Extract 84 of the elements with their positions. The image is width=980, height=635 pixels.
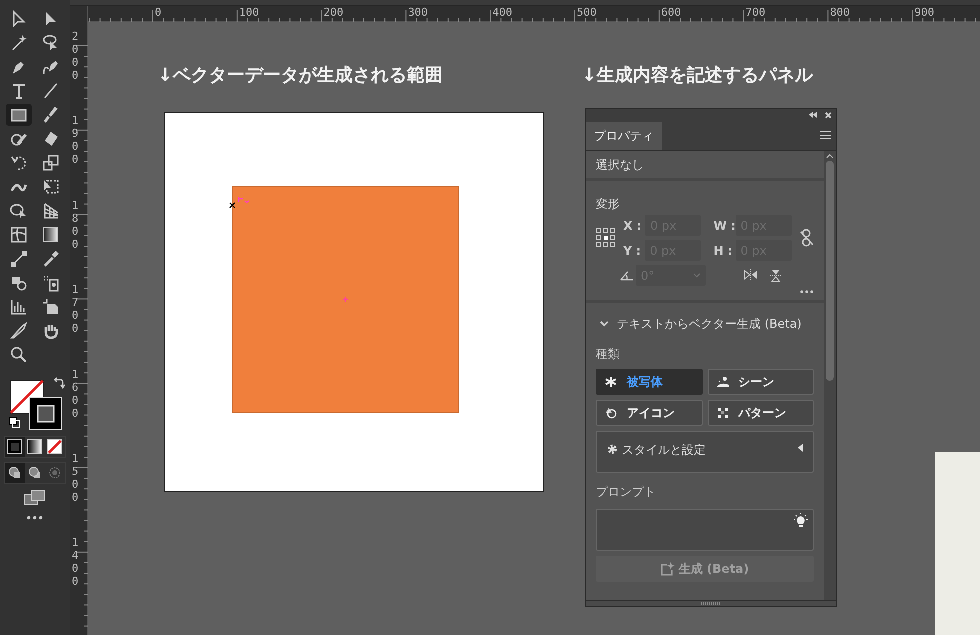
ruler-label: 1700 — [72, 283, 80, 336]
ruler-label: 400 — [492, 6, 512, 20]
shapes-outline-icon — [605, 407, 617, 419]
asterisk-icon — [605, 376, 617, 388]
draw-normal-icon — [7, 465, 23, 481]
figure-hill-icon — [716, 376, 728, 388]
style-settings-button[interactable]: スタイルと設定 — [596, 431, 814, 473]
cross-marker-icon — [229, 202, 236, 209]
chevron-down-icon — [693, 273, 701, 278]
section-title: テキストからベクター生成 (Beta) — [617, 316, 802, 333]
swap-icon[interactable] — [53, 377, 65, 389]
type-option[interactable]: シーン — [708, 369, 814, 395]
panel-tab[interactable]: プロパティ — [586, 122, 662, 150]
draw-normal-button[interactable] — [5, 463, 25, 483]
scale-icon — [41, 153, 61, 173]
tool-button[interactable] — [6, 104, 32, 126]
field-label: X : — [623, 218, 642, 234]
ruler-label: 1600 — [72, 368, 80, 420]
brush-icon — [41, 105, 61, 125]
ruler-label: 500 — [577, 6, 597, 20]
collapse-arrow-icon — [798, 444, 803, 452]
annotation-heading: ↓生成内容を記述するパネル — [582, 64, 814, 88]
ruler-label: 0 — [155, 6, 162, 20]
mesh-icon — [9, 225, 29, 245]
ruler-label: 800 — [830, 6, 850, 20]
screen-mode-icon[interactable] — [24, 490, 46, 506]
ruler-label: 1500 — [72, 452, 80, 504]
menu-icon[interactable] — [820, 131, 831, 140]
gradient-icon — [41, 225, 61, 245]
field-label: プロンプト — [596, 484, 657, 501]
ruler-label: 2000 — [72, 30, 80, 82]
scrollbar[interactable] — [824, 151, 836, 600]
field-label: H : — [714, 242, 732, 260]
type-option[interactable]: アイコン — [596, 400, 702, 426]
collapse-icon[interactable] — [809, 112, 817, 118]
ruler-label: 200 — [324, 6, 344, 20]
more-options-icon[interactable] — [800, 290, 814, 294]
flip-horizontal-icon[interactable] — [744, 268, 758, 280]
color-mode-button[interactable] — [5, 437, 25, 457]
prompt-field[interactable] — [596, 509, 814, 551]
ruler-label: 1900 — [72, 114, 80, 166]
type-option[interactable]: 被写体 — [596, 369, 702, 395]
chevron-down-icon[interactable] — [600, 321, 609, 327]
ruler-label: 100 — [239, 6, 260, 20]
ruler-label: 300 — [408, 6, 428, 20]
reference-point-icon[interactable] — [596, 228, 616, 248]
more-icon[interactable] — [27, 516, 43, 520]
ruler-label: 1800 — [72, 198, 80, 251]
field-label: 種類 — [596, 346, 621, 363]
ruler-label: 700 — [746, 6, 766, 20]
resize-grip-icon[interactable] — [701, 602, 721, 605]
angle-icon — [620, 270, 634, 280]
gradient-mode-icon — [27, 439, 43, 455]
selection-status: 選択なし — [596, 156, 644, 174]
ruler-label: 900 — [914, 6, 934, 20]
draw-behind-icon — [27, 465, 43, 481]
gradient-mode-button[interactable] — [25, 437, 45, 457]
search-icon — [9, 345, 29, 365]
dots-pattern-icon — [716, 407, 728, 419]
ruler-label: 1400 — [72, 536, 80, 588]
default-colors-icon[interactable] — [9, 417, 21, 429]
sparkle-frame-icon — [660, 562, 675, 576]
cursor-hint-icon — [238, 196, 250, 205]
color-mode-icon — [7, 439, 23, 455]
scroll-up-icon[interactable] — [826, 153, 834, 159]
bar-chart-icon — [9, 297, 29, 317]
close-icon[interactable] — [825, 112, 832, 118]
draw-inside-icon — [47, 465, 63, 481]
stroke-swatch-icon[interactable] — [29, 397, 63, 431]
center-point-icon — [343, 297, 348, 302]
flip-vertical-icon[interactable] — [770, 268, 782, 282]
unlinked-chain-icon[interactable] — [800, 229, 814, 247]
none-mode-button[interactable] — [45, 437, 65, 457]
annotation-heading: ↓ベクターデータが生成される範囲 — [158, 64, 444, 88]
artboard-icon — [41, 297, 61, 317]
lightbulb-icon[interactable] — [793, 513, 809, 529]
slice-icon — [9, 321, 29, 341]
section-title: 変形 — [596, 196, 621, 213]
blend-icon — [9, 249, 29, 269]
field-label: Y : — [623, 242, 642, 260]
ruler-label: 600 — [661, 6, 682, 20]
none-mode-icon — [47, 439, 63, 455]
settings-icon — [607, 444, 618, 455]
type-option[interactable]: パターン — [708, 400, 814, 426]
